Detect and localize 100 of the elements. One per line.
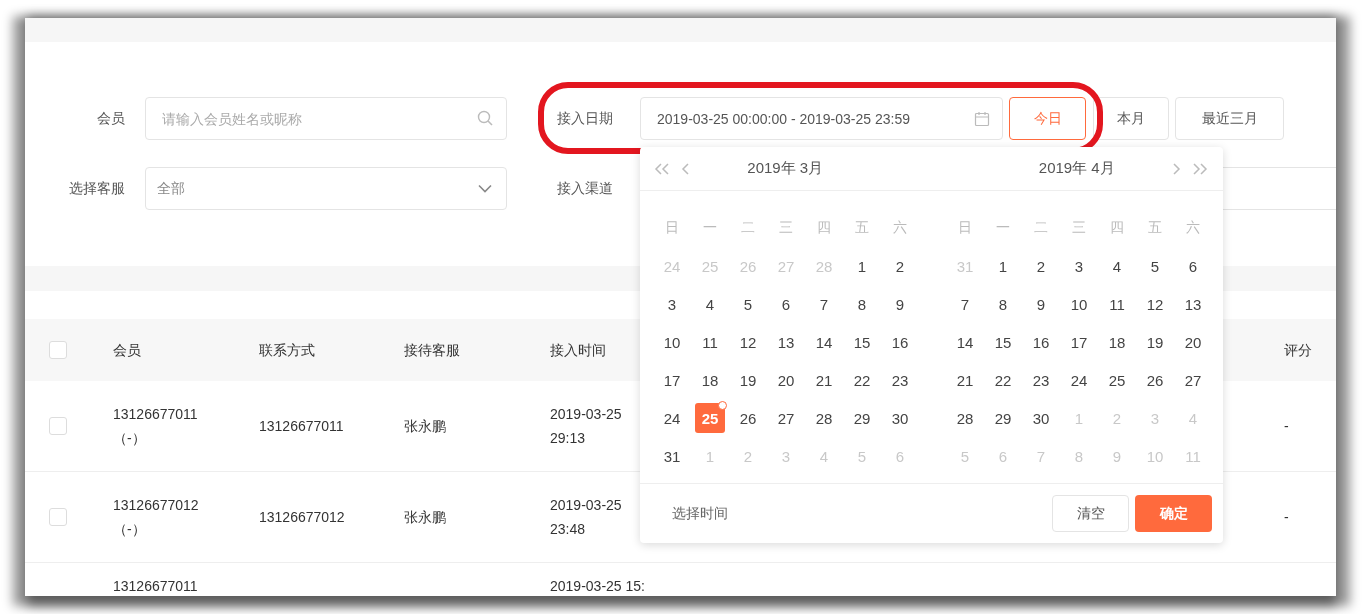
range-button[interactable]: 最近三月: [1175, 97, 1284, 140]
field-label: 会员: [96, 109, 125, 128]
calendar-day[interactable]: 27: [1178, 365, 1208, 395]
calendar-day[interactable]: 21: [950, 365, 980, 395]
weekday-label: 五: [1148, 219, 1162, 237]
field-label: 接入日期: [557, 109, 614, 128]
calendar-day[interactable]: 13: [771, 327, 801, 357]
calendar-day[interactable]: 15: [847, 327, 877, 357]
select-all-checkbox[interactable]: [49, 341, 67, 359]
column-header: 会员: [113, 341, 141, 360]
contact-cell-text: 13126677011: [259, 417, 344, 436]
double-chevron-left-icon[interactable]: [653, 161, 671, 176]
clear-button[interactable]: 清空: [1052, 495, 1129, 532]
agent-select[interactable]: 全部: [145, 167, 507, 210]
agent-cell-text: 张永鹏: [404, 417, 446, 436]
calendar-day[interactable]: 15: [988, 327, 1018, 357]
column-header: 接待客服: [404, 341, 460, 360]
calendar-day[interactable]: 17: [657, 365, 687, 395]
calendar-day[interactable]: 3: [657, 289, 687, 319]
double-chevron-right-icon[interactable]: [1191, 161, 1209, 176]
calendar-day[interactable]: 19: [1140, 327, 1170, 357]
calendar-day[interactable]: 21: [809, 365, 839, 395]
calendar-day[interactable]: 26: [1140, 365, 1170, 395]
calendar-day[interactable]: 29: [988, 403, 1018, 433]
field-label: 选择客服: [68, 179, 125, 198]
calendar-day[interactable]: 10: [657, 327, 687, 357]
calendar-day[interactable]: 4: [695, 289, 725, 319]
calendar-day[interactable]: 6: [1178, 251, 1208, 281]
calendar-day[interactable]: 18: [1102, 327, 1132, 357]
weekday-label: 六: [893, 219, 907, 237]
weekday-label: 一: [703, 219, 717, 237]
rating-cell-text: -: [1283, 508, 1289, 527]
calendar-day[interactable]: 30: [1026, 403, 1056, 433]
calendar-day[interactable]: 23: [1026, 365, 1056, 395]
calendar-day[interactable]: 11: [1102, 289, 1132, 319]
calendar-day[interactable]: 1: [988, 251, 1018, 281]
calendar-day[interactable]: 24: [1064, 365, 1094, 395]
calendar-day[interactable]: 6: [771, 289, 801, 319]
calendar-day[interactable]: 28: [809, 403, 839, 433]
calendar-day[interactable]: 2: [885, 251, 915, 281]
calendar-day[interactable]: 20: [1178, 327, 1208, 357]
select-time-link[interactable]: 选择时间: [672, 504, 1046, 523]
calendar-day[interactable]: 29: [847, 403, 877, 433]
calendar-day[interactable]: 18: [695, 365, 725, 395]
calendar-day[interactable]: 23: [885, 365, 915, 395]
rating-cell-text: -: [1283, 417, 1289, 436]
date-range-field[interactable]: 2019-03-25 00:00:00 - 2019-03-25 23:59: [640, 97, 1003, 140]
field-label: 接入渠道: [557, 179, 614, 198]
member-note: （-）: [113, 520, 147, 539]
weekday-label: 五: [855, 219, 869, 237]
calendar-icon: [974, 110, 990, 127]
calendar-day[interactable]: 8: [847, 289, 877, 319]
calendar-day[interactable]: 17: [1064, 327, 1094, 357]
calendar-day[interactable]: 10: [1064, 289, 1094, 319]
calendar-day[interactable]: 28: [950, 403, 980, 433]
calendar-day[interactable]: 12: [1140, 289, 1170, 319]
calendar-day[interactable]: 24: [657, 403, 687, 433]
calendar-day[interactable]: 31: [657, 441, 687, 471]
calendar-day[interactable]: 19: [733, 365, 763, 395]
calendar-day[interactable]: 30: [885, 403, 915, 433]
calendar-day[interactable]: 5: [733, 289, 763, 319]
member-cell-text: 13126677011: [113, 577, 199, 595]
weekday-label: 四: [817, 219, 831, 237]
weekday-label: 日: [665, 219, 679, 237]
calendar-day[interactable]: 11: [695, 327, 725, 357]
calendar-day[interactable]: 26: [733, 403, 763, 433]
calendar-day[interactable]: 16: [1026, 327, 1056, 357]
calendar-day[interactable]: 12: [733, 327, 763, 357]
calendar-day[interactable]: 13: [1178, 289, 1208, 319]
row-checkbox[interactable]: [49, 417, 67, 435]
calendar-day[interactable]: 27: [771, 403, 801, 433]
calendar-day[interactable]: 7: [809, 289, 839, 319]
row-checkbox[interactable]: [49, 508, 67, 526]
calendar-day[interactable]: 8: [988, 289, 1018, 319]
time-cell-text: 2019-03-25 23:48: [550, 496, 622, 539]
weekday-label: 一: [996, 219, 1010, 237]
time-cell-text: 2019-03-25 29:13: [550, 405, 622, 448]
time-cell: 2019-03-25 15:: [550, 577, 645, 595]
calendar-day[interactable]: 4: [1102, 251, 1132, 281]
weekday-label: 日: [958, 219, 972, 237]
search-icon[interactable]: [477, 110, 493, 126]
calendar-day[interactable]: 14: [950, 327, 980, 357]
calendar-day[interactable]: 2: [1026, 251, 1056, 281]
calendar-day[interactable]: 9: [885, 289, 915, 319]
search-field[interactable]: 请输入会员姓名或昵称: [145, 97, 507, 140]
calendar-day[interactable]: 9: [1026, 289, 1056, 319]
weekday-label: 六: [1186, 219, 1200, 237]
calendar-day[interactable]: 1: [847, 251, 877, 281]
calendar-day[interactable]: 25: [1102, 365, 1132, 395]
calendar-day[interactable]: 5: [1140, 251, 1170, 281]
calendar-day[interactable]: 14: [809, 327, 839, 357]
chevron-down-icon: [478, 184, 492, 193]
contact-cell-text: 13126677012: [259, 508, 345, 527]
calendar-day[interactable]: 22: [988, 365, 1018, 395]
calendar-day[interactable]: 20: [771, 365, 801, 395]
calendar-day[interactable]: 7: [950, 289, 980, 319]
range-button[interactable]: 本月: [1093, 97, 1169, 140]
calendar-day[interactable]: 16: [885, 327, 915, 357]
calendar-day[interactable]: 22: [847, 365, 877, 395]
calendar-day[interactable]: 3: [1064, 251, 1094, 281]
